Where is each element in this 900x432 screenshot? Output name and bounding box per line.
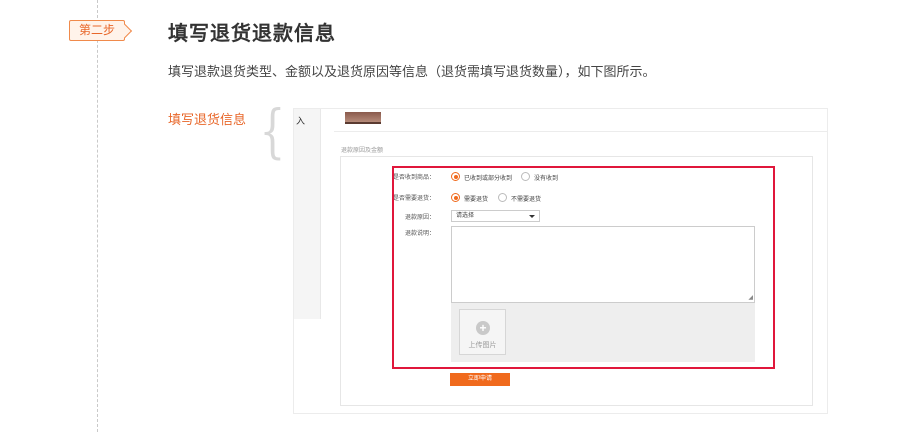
step-description: 填写退款退货类型、金额以及退货原因等信息（退货需填写退货数量），如下图所示。 bbox=[168, 64, 656, 79]
sidebar-text: 入 bbox=[296, 116, 306, 126]
highlight-box bbox=[392, 166, 775, 369]
side-label: 填写退货信息 bbox=[168, 112, 247, 127]
step-badge: 第二步 bbox=[69, 20, 125, 41]
form-screenshot: 入 退款原因及金额 是否收到商品： 已收到或部分收到 没有收到 是否需要退货： … bbox=[293, 108, 828, 414]
submit-button[interactable]: 立即申请 bbox=[450, 373, 510, 386]
screenshot-sidebar: 入 bbox=[294, 109, 321, 319]
divider bbox=[334, 131, 827, 132]
timeline-line bbox=[97, 0, 98, 432]
section-label: 退款原因及金额 bbox=[341, 148, 384, 154]
product-thumbnail bbox=[345, 112, 381, 124]
step-title: 填写退货退款信息 bbox=[168, 23, 336, 45]
brace-icon: { bbox=[259, 97, 286, 165]
